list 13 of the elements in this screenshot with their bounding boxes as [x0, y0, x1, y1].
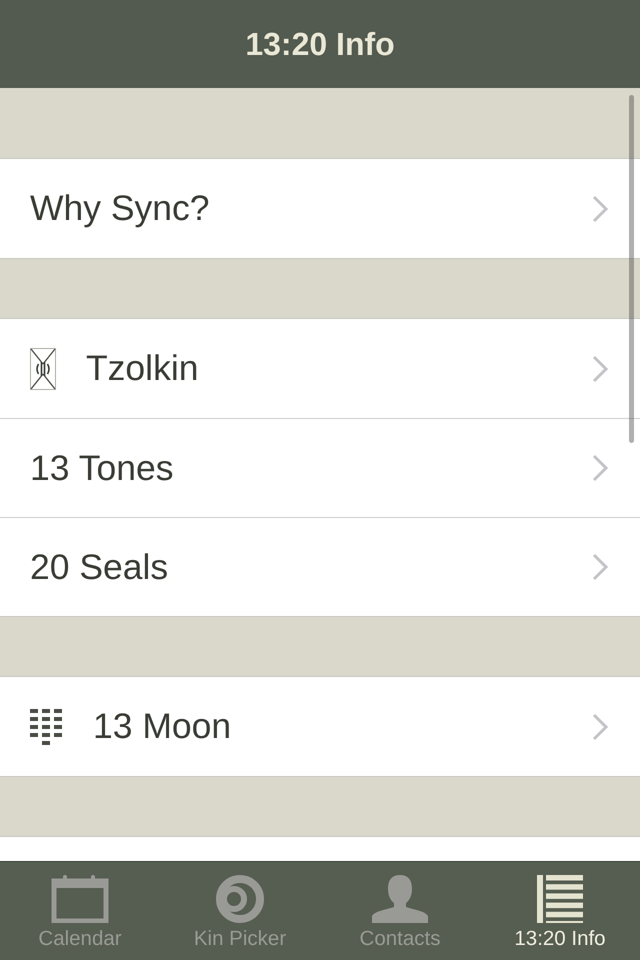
- crossed-box-icon: [30, 348, 56, 390]
- calendar-icon: [51, 875, 109, 923]
- chevron-icon: [592, 553, 608, 581]
- chevron-icon: [592, 194, 608, 222]
- tab-bar-item[interactable]: 13:20 Info: [480, 862, 640, 960]
- chevron-icon: [592, 712, 608, 740]
- navigation-title: 13:20 Info: [245, 25, 395, 63]
- chevron-icon: [592, 354, 608, 382]
- chevron-icon: [592, 454, 608, 482]
- list-icon: [537, 875, 583, 923]
- ring-icon: [216, 875, 264, 923]
- person-icon: [371, 875, 429, 923]
- dash-grid-icon: [30, 708, 62, 744]
